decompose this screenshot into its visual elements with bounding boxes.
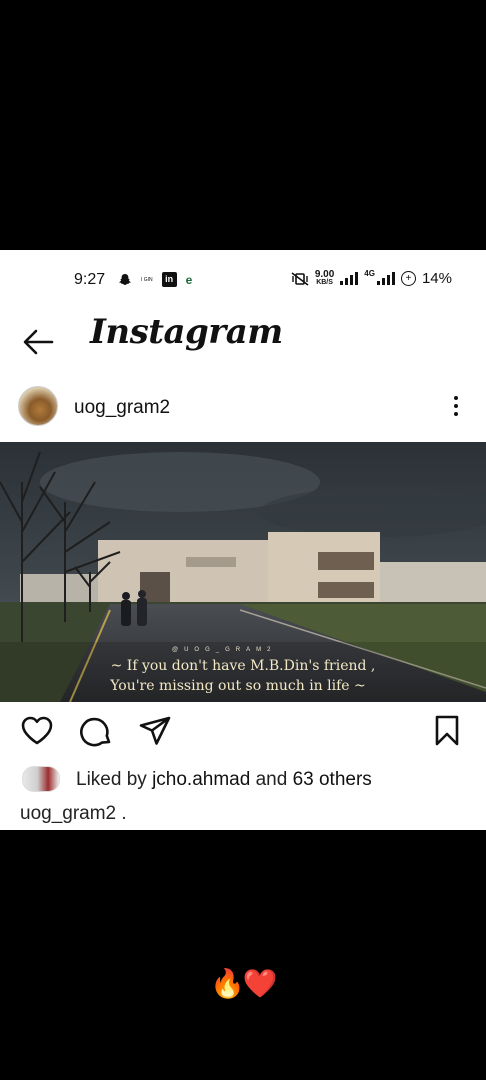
- network-speed: 9.00 KB/S: [314, 268, 335, 286]
- app-e-icon: e: [185, 272, 193, 287]
- bookmark-icon[interactable]: [430, 714, 464, 748]
- reaction-emojis: 🔥❤️: [210, 968, 278, 999]
- share-icon[interactable]: [138, 714, 172, 748]
- post-image[interactable]: @UOG_GRAM2 ~ If you don't have M.B.Din's…: [0, 442, 486, 702]
- author-avatar[interactable]: [18, 386, 58, 426]
- overlay-line-2: You're missing out so much in life ~: [110, 678, 366, 694]
- battery-percent: 14%: [421, 270, 452, 287]
- system-status-icons: 9.00 KB/S 4G + 14%: [291, 268, 452, 287]
- post-actions: [0, 712, 486, 752]
- snapchat-icon: [119, 273, 131, 285]
- post-header: uog_gram2: [0, 380, 486, 440]
- heart-icon[interactable]: [20, 714, 54, 748]
- instagram-post-card: 9:27 I GIN in e 9.00 KB/S 4G + 14% Insta…: [0, 250, 486, 830]
- app-header: Instagram: [0, 310, 486, 370]
- overlay-brand: @UOG_GRAM2: [172, 647, 277, 653]
- app-title: Instagram: [90, 312, 283, 352]
- more-options-icon[interactable]: [446, 392, 466, 424]
- notification-icons: I GIN in e: [118, 272, 192, 287]
- back-arrow-icon[interactable]: [18, 322, 58, 362]
- liked-by-others[interactable]: 63 others: [293, 769, 372, 790]
- status-bar: 9:27 I GIN in e 9.00 KB/S 4G + 14%: [0, 250, 486, 310]
- signal-icon-2: [376, 272, 395, 285]
- screen: 9:27 I GIN in e 9.00 KB/S 4G + 14% Insta…: [0, 0, 486, 1080]
- author-username[interactable]: uog_gram2: [74, 397, 170, 419]
- tiny-status-label: I GIN: [141, 276, 153, 283]
- network-type: 4G: [364, 268, 375, 278]
- liked-by-row[interactable]: Liked by jcho.ahmad and 63 others: [0, 762, 486, 796]
- post-caption: uog_gram2 .: [20, 803, 127, 824]
- linkedin-icon: in: [161, 272, 177, 287]
- liker-avatars: [22, 766, 60, 792]
- liked-by-user[interactable]: jcho.ahmad: [152, 769, 250, 790]
- battery-saver-icon: +: [400, 271, 416, 286]
- liked-by-text[interactable]: Liked by jcho.ahmad and 63 others: [76, 769, 372, 791]
- mute-vibrate-icon: [291, 271, 309, 286]
- overlay-line-1: ~ If you don't have M.B.Din's friend ,: [110, 658, 376, 674]
- signal-icon-1: [340, 272, 359, 285]
- comment-icon[interactable]: [80, 714, 114, 748]
- status-time: 9:27: [74, 271, 106, 288]
